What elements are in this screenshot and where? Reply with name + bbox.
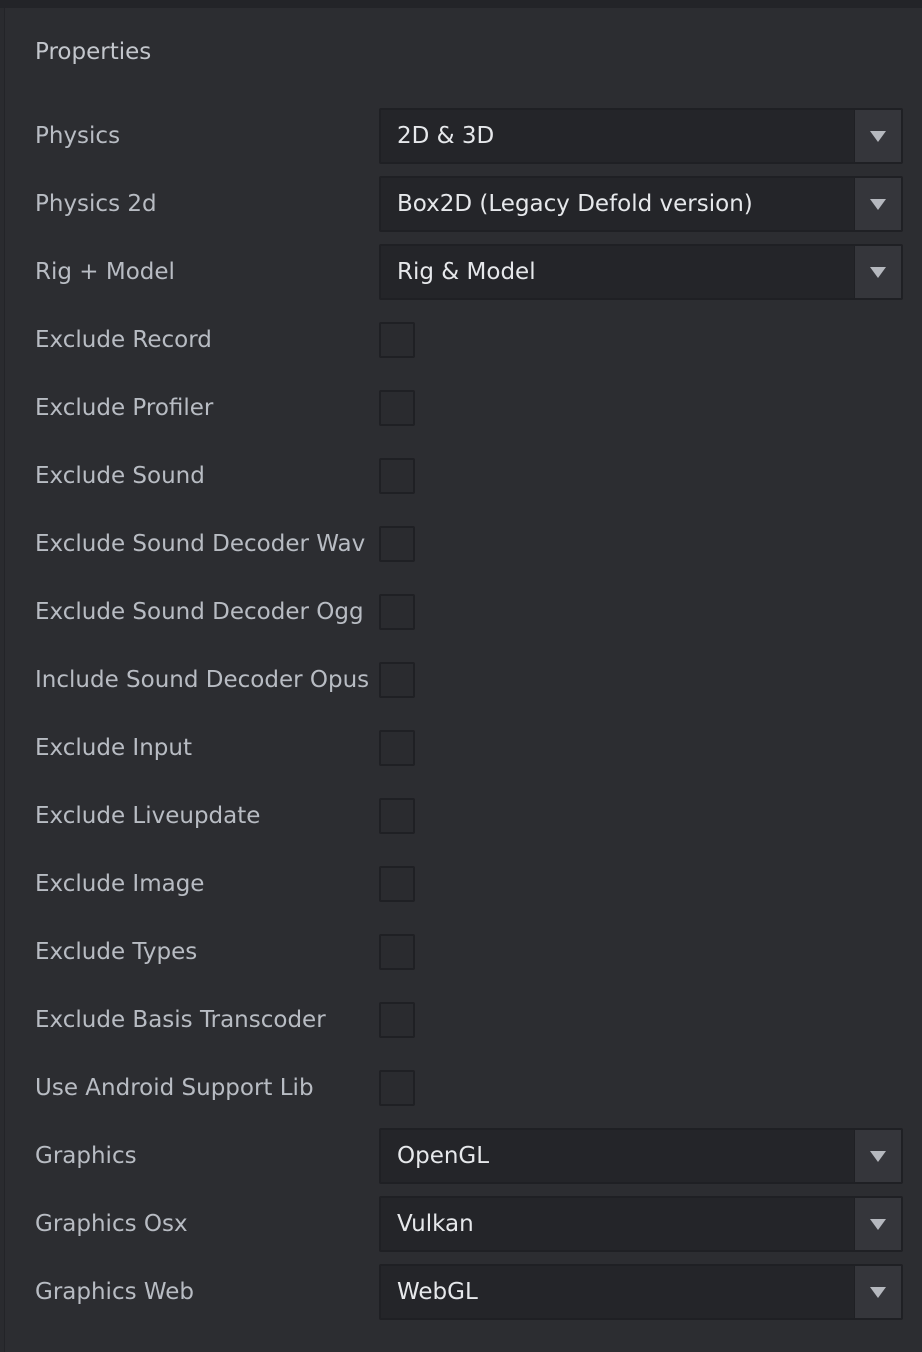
property-label: Physics 2d [35, 191, 157, 217]
property-label: Exclude Profiler [35, 395, 214, 421]
physics-select[interactable]: 2D & 3D [379, 108, 903, 164]
property-label: Exclude Types [35, 939, 198, 965]
chevron-down-icon[interactable] [854, 1266, 901, 1318]
chevron-down-icon[interactable] [854, 110, 901, 162]
chevron-down-icon[interactable] [854, 178, 901, 230]
physics-2d-select[interactable]: Box2D (Legacy Defold version) [379, 176, 903, 232]
rig-model-select[interactable]: Rig & Model [379, 244, 903, 300]
exclude-sound-decoder-ogg-checkbox[interactable] [379, 594, 415, 630]
exclude-types-checkbox[interactable] [379, 934, 415, 970]
exclude-input-checkbox[interactable] [379, 730, 415, 766]
select-value: Rig & Model [397, 259, 536, 285]
select-value: OpenGL [397, 1143, 490, 1169]
exclude-sound-checkbox[interactable] [379, 458, 415, 494]
property-row-exclude-record: Exclude Record [5, 312, 922, 368]
property-label: Exclude Image [35, 871, 205, 897]
graphics-osx-select[interactable]: Vulkan [379, 1196, 903, 1252]
property-row-exclude-liveupdate: Exclude Liveupdate [5, 788, 922, 844]
property-row-graphics-osx: Graphics Osx Vulkan [5, 1196, 922, 1252]
property-label: Exclude Basis Transcoder [35, 1007, 326, 1033]
property-row-rig-model: Rig + Model Rig & Model [5, 244, 922, 300]
property-label: Graphics [35, 1143, 137, 1169]
property-row-use-android-support-lib: Use Android Support Lib [5, 1060, 922, 1116]
property-label: Rig + Model [35, 259, 175, 285]
property-label: Exclude Sound Decoder Ogg [35, 599, 364, 625]
top-border [0, 0, 922, 8]
chevron-down-icon[interactable] [854, 1198, 901, 1250]
panel-title: Properties [35, 39, 152, 65]
property-label: Exclude Input [35, 735, 192, 761]
properties-panel: Properties Physics 2D & 3D Physics 2d Bo… [4, 8, 922, 1352]
exclude-basis-transcoder-checkbox[interactable] [379, 1002, 415, 1038]
property-row-include-sound-decoder-opus: Include Sound Decoder Opus [5, 652, 922, 708]
select-value: Box2D (Legacy Defold version) [397, 191, 753, 217]
chevron-down-icon[interactable] [854, 246, 901, 298]
property-label: Graphics Osx [35, 1211, 188, 1237]
graphics-select[interactable]: OpenGL [379, 1128, 903, 1184]
exclude-sound-decoder-wav-checkbox[interactable] [379, 526, 415, 562]
property-row-exclude-profiler: Exclude Profiler [5, 380, 922, 436]
property-row-exclude-types: Exclude Types [5, 924, 922, 980]
property-label: Exclude Sound [35, 463, 205, 489]
property-row-graphics-web: Graphics Web WebGL [5, 1264, 922, 1320]
property-label: Exclude Sound Decoder Wav [35, 531, 366, 557]
chevron-down-icon[interactable] [854, 1130, 901, 1182]
property-label: Exclude Liveupdate [35, 803, 261, 829]
property-row-exclude-image: Exclude Image [5, 856, 922, 912]
property-row-physics-2d: Physics 2d Box2D (Legacy Defold version) [5, 176, 922, 232]
use-android-support-lib-checkbox[interactable] [379, 1070, 415, 1106]
property-label: Exclude Record [35, 327, 212, 353]
property-label: Graphics Web [35, 1279, 195, 1305]
exclude-liveupdate-checkbox[interactable] [379, 798, 415, 834]
select-value: WebGL [397, 1279, 478, 1305]
exclude-record-checkbox[interactable] [379, 322, 415, 358]
property-row-exclude-sound: Exclude Sound [5, 448, 922, 504]
property-row-graphics: Graphics OpenGL [5, 1128, 922, 1184]
property-row-exclude-basis-transcoder: Exclude Basis Transcoder [5, 992, 922, 1048]
property-row-exclude-input: Exclude Input [5, 720, 922, 776]
property-label: Include Sound Decoder Opus [35, 667, 370, 693]
property-row-exclude-sound-decoder-wav: Exclude Sound Decoder Wav [5, 516, 922, 572]
property-label: Physics [35, 123, 121, 149]
exclude-profiler-checkbox[interactable] [379, 390, 415, 426]
property-row-physics: Physics 2D & 3D [5, 108, 922, 164]
select-value: Vulkan [397, 1211, 474, 1237]
property-row-exclude-sound-decoder-ogg: Exclude Sound Decoder Ogg [5, 584, 922, 640]
exclude-image-checkbox[interactable] [379, 866, 415, 902]
graphics-web-select[interactable]: WebGL [379, 1264, 903, 1320]
property-label: Use Android Support Lib [35, 1075, 314, 1101]
include-sound-decoder-opus-checkbox[interactable] [379, 662, 415, 698]
select-value: 2D & 3D [397, 123, 495, 149]
